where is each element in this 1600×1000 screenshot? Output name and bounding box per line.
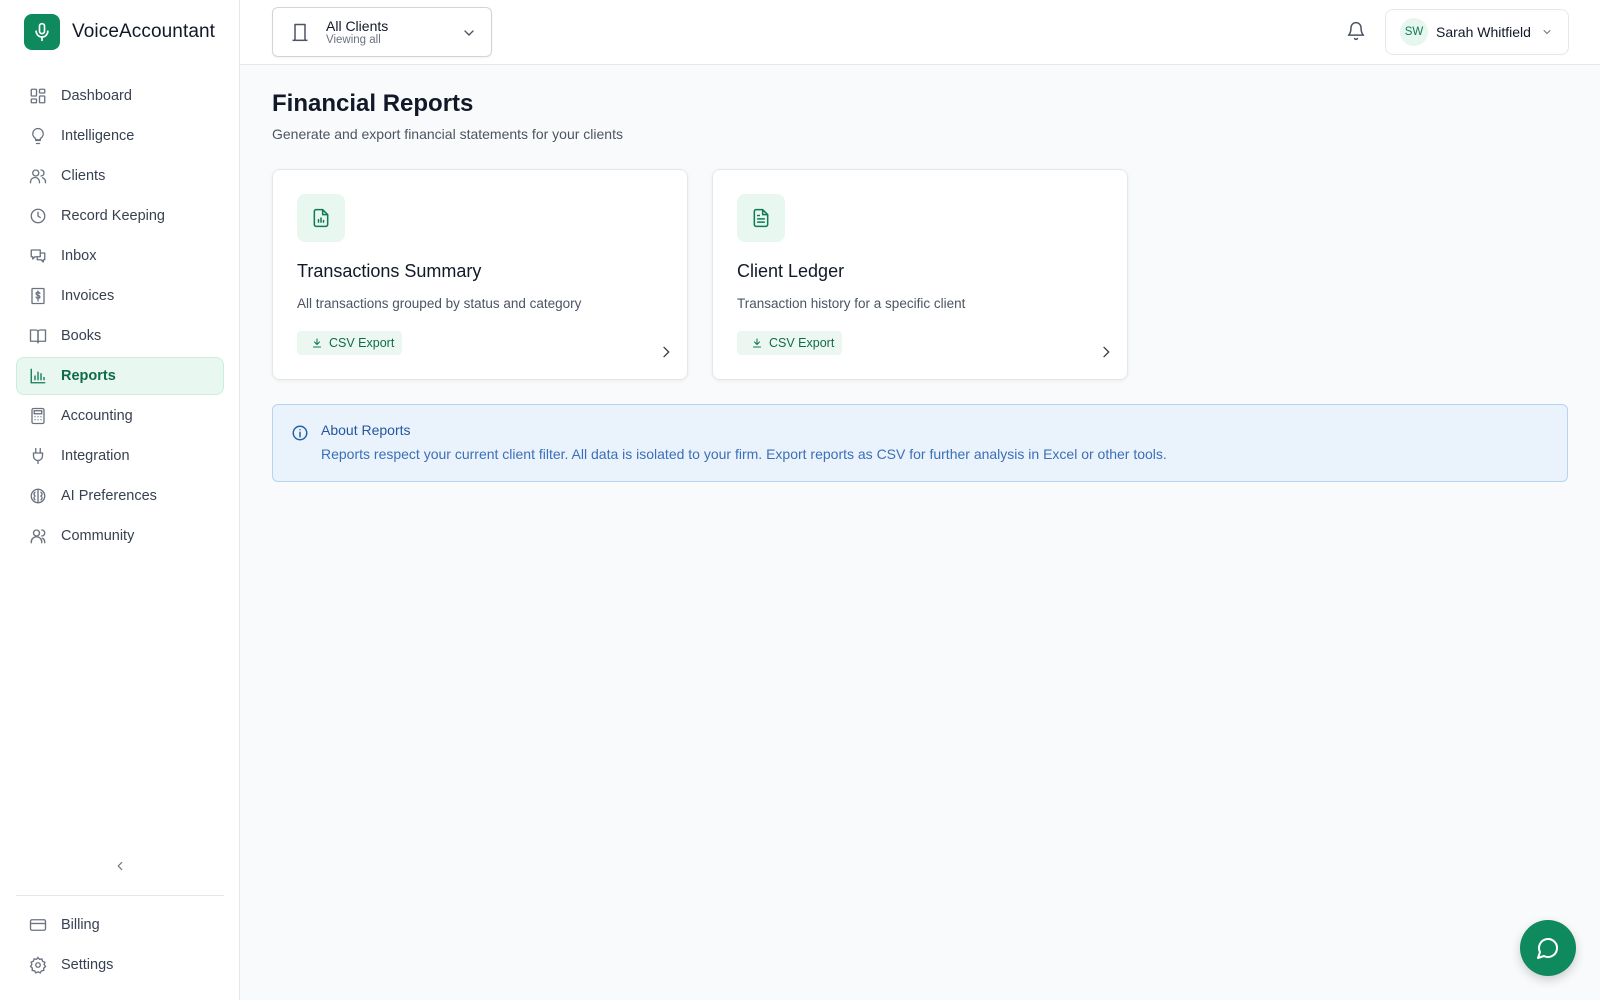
info-icon [291,424,309,442]
sidebar-item-label: Inbox [61,248,97,264]
sidebar-item-label: Books [61,328,102,344]
chevron-right-icon [1098,344,1114,360]
sidebar-item-label: Clients [61,168,106,184]
credit-card-icon [29,916,47,934]
chevron-down-icon [461,25,477,41]
sidebar-item-label: Billing [61,917,100,933]
top-bar: All Clients Viewing all SW Sarah Whitfie… [240,0,1600,65]
user-group-icon [29,527,47,545]
sidebar-item-record-keeping[interactable]: Record Keeping [16,197,224,235]
card-description: All transactions grouped by status and c… [297,296,582,311]
card-description: Transaction history for a specific clien… [737,296,966,311]
info-text: Reports respect your current client filt… [321,446,1167,462]
sidebar-item-invoices[interactable]: Invoices [16,277,224,315]
badge-label: CSV Export [769,336,835,350]
csv-export-badge: CSV Export [297,331,403,355]
plug-icon [29,447,47,465]
about-reports-info: About Reports Reports respect your curre… [272,404,1568,482]
lightbulb-icon [29,127,47,145]
brain-icon [29,487,47,505]
report-card-transactions-summary[interactable]: Transactions Summary All transactions gr… [272,169,688,380]
sidebar-item-clients[interactable]: Clients [16,157,224,195]
file-chart-icon [297,194,345,242]
sidebar-item-dashboard[interactable]: Dashboard [16,77,224,115]
sidebar-item-label: AI Preferences [61,488,157,504]
app-name: VoiceAccountant [72,21,216,42]
info-title: About Reports [321,422,411,438]
sidebar-item-intelligence[interactable]: Intelligence [16,117,224,155]
sidebar: VoiceAccountant Dashboard Intelligence C… [0,0,240,1000]
chat-button[interactable] [1520,920,1576,976]
report-card-client-ledger[interactable]: Client Ledger Transaction history for a … [712,169,1128,380]
sidebar-item-books[interactable]: Books [16,317,224,355]
bar-chart-icon [29,367,47,385]
chat-bubble-icon [1536,936,1560,960]
client-selector-subtitle: Viewing all [326,33,381,46]
receipt-icon [29,287,47,305]
csv-export-badge: CSV Export [737,331,843,355]
file-text-icon [737,194,785,242]
sidebar-item-label: Community [61,528,135,544]
sidebar-item-label: Integration [61,448,130,464]
card-title: Transactions Summary [297,261,482,281]
users-icon [29,167,47,185]
chevron-down-icon [1541,26,1553,38]
grid-icon [29,87,47,105]
user-name: Sarah Whitfield [1436,24,1531,40]
sidebar-item-accounting[interactable]: Accounting [16,397,224,435]
sidebar-item-ai-preferences[interactable]: AI Preferences [16,477,224,515]
sidebar-item-billing[interactable]: Billing [16,906,224,944]
user-menu[interactable]: SW Sarah Whitfield [1385,9,1569,55]
sidebar-item-label: Invoices [61,288,115,304]
building-icon [290,22,310,42]
download-icon [311,337,323,349]
page-title: Financial Reports [272,90,474,117]
download-icon [751,337,763,349]
chevron-right-icon [658,344,674,360]
sidebar-item-label: Record Keeping [61,208,165,224]
client-selector-title: All Clients [326,17,389,34]
bell-icon[interactable] [1346,21,1366,41]
book-open-icon [29,327,47,345]
sidebar-nav: Dashboard Intelligence Clients Record Ke… [16,77,224,557]
card-title: Client Ledger [737,261,845,281]
sidebar-divider [16,895,224,896]
client-selector-text: All Clients Viewing all [326,18,388,47]
sidebar-item-label: Reports [61,368,116,384]
sidebar-item-label: Intelligence [61,128,135,144]
sidebar-item-settings[interactable]: Settings [16,946,224,984]
badge-label: CSV Export [329,336,395,350]
sidebar-item-integration[interactable]: Integration [16,437,224,475]
microphone-icon [24,14,60,50]
client-selector[interactable]: All Clients Viewing all [272,7,492,57]
avatar: SW [1400,18,1428,46]
sidebar-item-label: Settings [61,957,114,973]
sidebar-item-inbox[interactable]: Inbox [16,237,224,275]
collapse-sidebar-button[interactable] [108,856,132,876]
sidebar-item-label: Accounting [61,408,133,424]
clock-icon [29,207,47,225]
sidebar-bottom-nav: Billing Settings [16,906,224,986]
page-subtitle: Generate and export financial statements… [272,126,623,142]
sidebar-item-label: Dashboard [61,88,132,104]
sidebar-item-reports[interactable]: Reports [16,357,224,395]
calculator-icon [29,407,47,425]
brand[interactable]: VoiceAccountant [24,14,215,50]
gear-icon [29,956,47,974]
chevron-left-icon [113,859,127,873]
messages-icon [29,247,47,265]
sidebar-item-community[interactable]: Community [16,517,224,555]
